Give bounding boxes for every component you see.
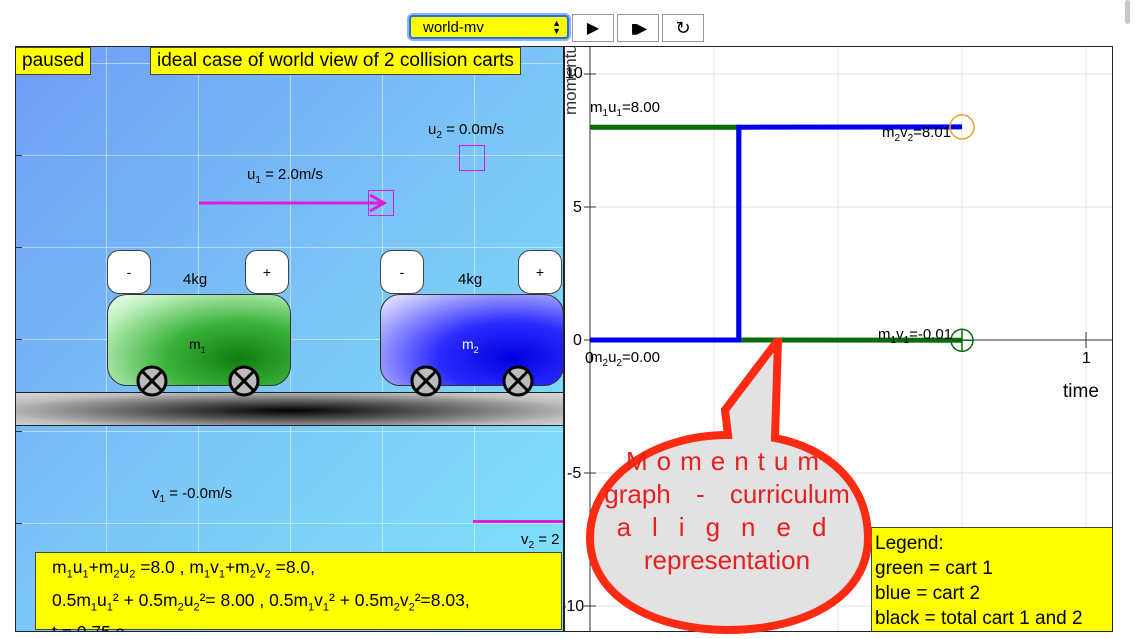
- grid-line: [16, 431, 563, 432]
- axis-tick: [16, 155, 22, 156]
- v2-vector-arrow: [473, 520, 563, 523]
- cart2-mass-minus-button[interactable]: -: [380, 250, 424, 294]
- step-button[interactable]: ▮▶: [617, 14, 659, 42]
- axis-tick: [16, 339, 22, 340]
- annotation-m2v2: m2v2=8.01: [882, 124, 952, 144]
- axis-tick: [16, 523, 22, 524]
- cart1-mass-plus-button[interactable]: +: [245, 250, 289, 294]
- u1-label: u1 = 2.0m/s: [247, 166, 324, 186]
- plus-label: +: [262, 264, 272, 280]
- legend-title: Legend:: [875, 533, 944, 554]
- cart2-mass-plus-button[interactable]: +: [518, 250, 562, 294]
- u2-label: u2 = 0.0m/s: [428, 121, 505, 141]
- reset-icon: ↻: [675, 17, 691, 38]
- v1-label: v1 = -0.0m/s: [152, 485, 233, 505]
- u1-vector-arrow: [199, 193, 388, 213]
- wheel-icon: [502, 365, 534, 397]
- minus-label: -: [399, 264, 405, 280]
- cart1-mass: 4kg: [183, 271, 208, 288]
- step-icon: ▮▶: [630, 19, 648, 36]
- reset-button[interactable]: ↻: [662, 14, 704, 42]
- view-select[interactable]: world-mv ▲ ▼: [409, 15, 569, 39]
- cart1-mass-minus-button[interactable]: -: [107, 250, 151, 294]
- play-button[interactable]: ▶: [572, 14, 614, 42]
- callout-line: Momentum: [625, 446, 829, 476]
- status-label: paused: [16, 47, 92, 75]
- grid-line: [16, 247, 563, 248]
- callout-text: Momentum graph - curriculum aligned repr…: [597, 445, 857, 577]
- track: [16, 392, 563, 426]
- wheel-icon: [228, 365, 260, 397]
- plus-label: +: [535, 264, 545, 280]
- callout-line: aligned: [616, 512, 848, 542]
- wheel-icon: [136, 365, 168, 397]
- grid-line: [16, 523, 563, 524]
- annotation-m1v1: m1v1=-0.01: [878, 326, 953, 346]
- page-scrollbar[interactable]: [1125, 0, 1130, 24]
- legend: Legend: green = cart 1 blue = cart 2 bla…: [871, 527, 1112, 631]
- axis-tick: [16, 247, 22, 248]
- formula-line-time: t = 0.75 s: [52, 622, 125, 632]
- cart1-label: m1: [189, 336, 206, 355]
- x-axis-label: time: [1063, 381, 1099, 402]
- sim-toolbar: world-mv ▲ ▼ ▶ ▮▶ ↻: [409, 14, 704, 44]
- u2-vector-handle[interactable]: [459, 145, 485, 171]
- y-tick-label: 5: [573, 199, 582, 216]
- series-line-cart1: [590, 124, 963, 343]
- view-select-value: world-mv: [423, 18, 484, 36]
- u1-vector-handle[interactable]: [368, 190, 394, 216]
- cart2-label: m2: [462, 336, 479, 355]
- axis-tick: [16, 431, 22, 432]
- callout-line: graph - curriculum: [604, 479, 850, 509]
- momentum-energy-formula: m1u1+m2u2 =8.0 , m1v1+m2v2 =8.0, 0.5m1u1…: [35, 552, 562, 632]
- wheel-icon: [410, 365, 442, 397]
- formula-line-momentum: m1u1+m2u2 =8.0 , m1v1+m2v2 =8.0,: [52, 557, 316, 581]
- legend-green: green = cart 1: [875, 558, 993, 579]
- legend-blue: blue = cart 2: [875, 583, 981, 604]
- world-title: ideal case of world view of 2 collision …: [150, 47, 521, 75]
- callout-line: representation: [643, 545, 811, 575]
- world-view-panel: paused ideal case of world view of 2 col…: [15, 46, 564, 632]
- series-line-cart2: [590, 124, 963, 343]
- formula-line-energy: 0.5m1u1² + 0.5m2u2²= 8.00 , 0.5m1v1² + 0…: [52, 589, 470, 614]
- annotation-m1u1: m1u1=8.00: [590, 99, 660, 119]
- x-tick-label: 1: [1082, 350, 1091, 367]
- cart2-mass: 4kg: [458, 271, 483, 288]
- minus-label: -: [126, 264, 132, 280]
- y-tick-label: 10: [565, 65, 583, 82]
- legend-black: black = total cart 1 and 2: [875, 608, 1083, 629]
- play-icon: ▶: [586, 20, 600, 37]
- v2-label: v2 = 2: [521, 531, 560, 551]
- select-arrows-icon: ▲ ▼: [552, 18, 561, 36]
